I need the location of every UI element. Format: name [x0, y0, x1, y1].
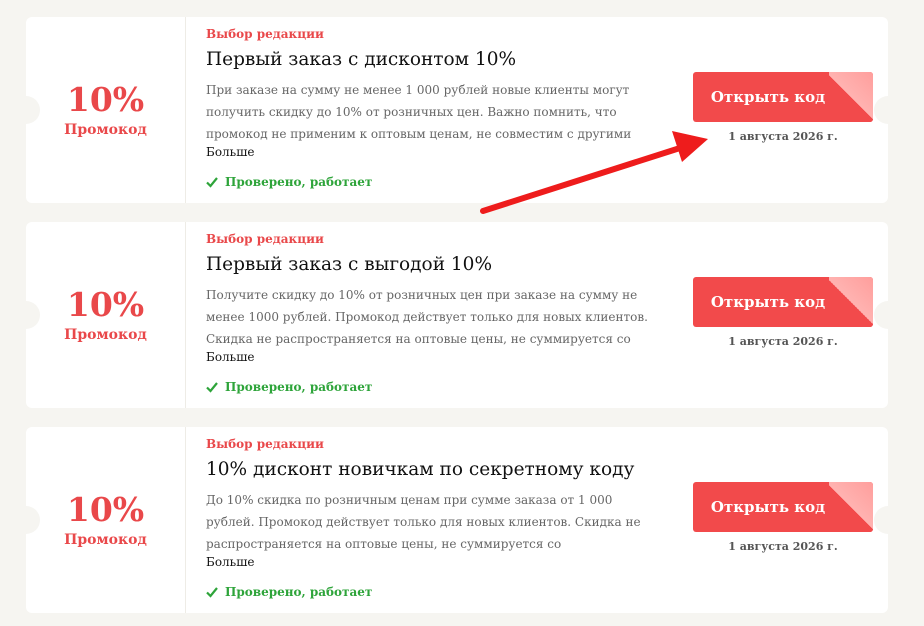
expiry-date: 1 августа 2026 г.: [728, 540, 838, 553]
discount-value: 10%: [66, 79, 145, 119]
discount-value: 10%: [66, 489, 145, 529]
coupon-card: 10% Промокод Выбор редакции Первый заказ…: [12, 222, 902, 408]
verified-status: Проверено, работает: [206, 380, 372, 394]
verified-text: Проверено, работает: [225, 380, 373, 394]
editor-choice-label: Выбор редакции: [206, 437, 324, 451]
coupon-title: 10% дисконт новичкам по секретному коду: [206, 459, 635, 480]
button-corner-fold: [829, 72, 873, 122]
coupon-content: Выбор редакции Первый заказ с дисконтом …: [206, 17, 666, 203]
coupon-card: 10% Промокод Выбор редакции Первый заказ…: [12, 17, 902, 203]
discount-block: 10% Промокод: [26, 427, 186, 613]
open-code-button[interactable]: Открыть код: [693, 277, 873, 327]
editor-choice-label: Выбор редакции: [206, 27, 324, 41]
button-corner-fold: [829, 277, 873, 327]
coupon-type-label: Промокод: [64, 531, 147, 548]
discount-value: 10%: [66, 284, 145, 324]
coupon-title: Первый заказ с выгодой 10%: [206, 254, 493, 275]
coupon-description: Получите скидку до 10% от розничных цен …: [206, 288, 648, 346]
coupon-content: Выбор редакции Первый заказ с выгодой 10…: [206, 222, 666, 408]
verified-text: Проверено, работает: [225, 175, 373, 189]
check-icon: [206, 382, 218, 393]
expiry-date: 1 августа 2026 г.: [728, 335, 838, 348]
coupon-title: Первый заказ с дисконтом 10%: [206, 49, 517, 70]
verified-text: Проверено, работает: [225, 585, 373, 599]
coupon-type-label: Промокод: [64, 326, 147, 343]
coupon-description: При заказе на сумму не менее 1 000 рубле…: [206, 83, 632, 141]
check-icon: [206, 587, 218, 598]
verified-status: Проверено, работает: [206, 585, 372, 599]
more-link[interactable]: Больше: [206, 145, 254, 159]
more-link[interactable]: Больше: [206, 555, 254, 569]
expiry-date: 1 августа 2026 г.: [728, 130, 838, 143]
open-code-button-label: Открыть код: [710, 498, 826, 516]
button-corner-fold: [829, 482, 873, 532]
coupon-card: 10% Промокод Выбор редакции 10% дисконт …: [12, 427, 902, 613]
coupon-description: До 10% скидка по розничным ценам при сум…: [206, 493, 641, 551]
coupon-type-label: Промокод: [64, 121, 147, 138]
discount-block: 10% Промокод: [26, 222, 186, 408]
check-icon: [206, 177, 218, 188]
open-code-button[interactable]: Открыть код: [693, 72, 873, 122]
open-code-button[interactable]: Открыть код: [693, 482, 873, 532]
open-code-button-label: Открыть код: [710, 88, 826, 106]
coupon-content: Выбор редакции 10% дисконт новичкам по с…: [206, 427, 666, 613]
discount-block: 10% Промокод: [26, 17, 186, 203]
open-code-button-label: Открыть код: [710, 293, 826, 311]
more-link[interactable]: Больше: [206, 350, 254, 364]
verified-status: Проверено, работает: [206, 175, 372, 189]
editor-choice-label: Выбор редакции: [206, 232, 324, 246]
